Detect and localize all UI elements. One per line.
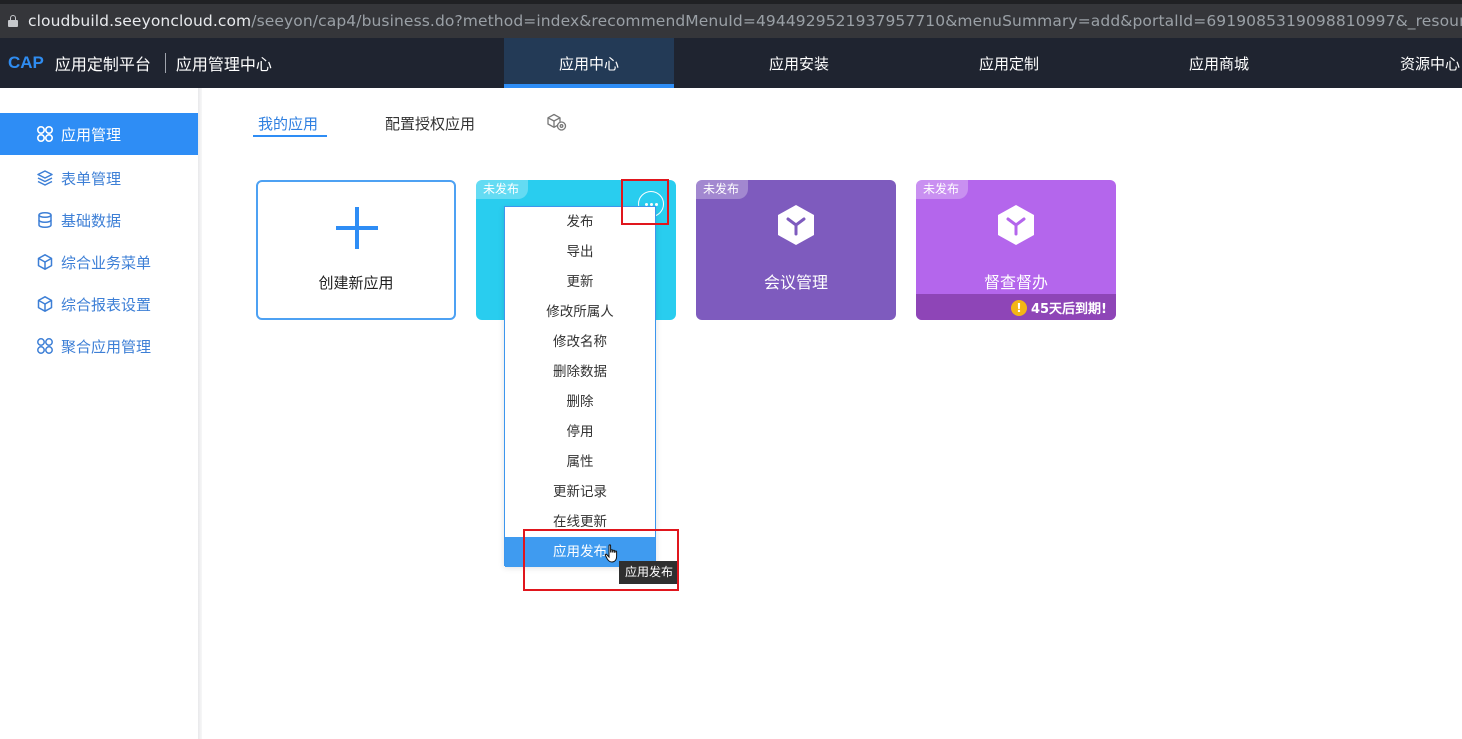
app-cube-icon [998,205,1034,245]
sidebar-item-label: 基础数据 [61,211,122,230]
unpublished-badge: 未发布 [696,180,749,199]
menu-item-rename[interactable]: 修改名称 [505,327,655,357]
sidebar-item-report-settings[interactable]: 综合报表设置 [0,283,198,325]
sidebar-item-label: 聚合应用管理 [61,337,152,356]
unpublished-badge: 未发布 [476,180,529,199]
expiry-text: 45天后到期! [1030,302,1107,317]
brand: CAP 应用定制平台 应用管理中心 [8,38,272,88]
active-tab-underline [253,135,327,137]
brand-divider [164,53,166,73]
management-center-title: 应用管理中心 [175,55,272,74]
expiry-bar: ! 45天后到期! [916,294,1116,320]
layers-icon [37,170,53,186]
highlight-box-app-release [523,529,679,591]
apps-grid-icon [36,125,54,143]
top-navigation: CAP 应用定制平台 应用管理中心 应用中心 应用安装 应用定制 应用商城 资源… [0,38,1462,88]
menu-item-change-owner[interactable]: 修改所属人 [505,297,655,327]
create-app-label: 创建新应用 [318,274,394,292]
nav-tab-app-store[interactable]: 应用商城 [1134,38,1304,88]
cube-icon [37,296,53,312]
warning-icon: ! [1010,299,1027,316]
sidebar-item-label: 综合报表设置 [61,295,152,314]
cube-icon [37,254,53,270]
app-card-supervision[interactable]: 未发布 督查督办 ! 45天后到期! [916,180,1116,320]
nav-tab-resource-center[interactable]: 资源中心 [1344,38,1462,88]
apps-grid-icon [37,338,53,354]
tab-authorized-apps[interactable]: 配置授权应用 [385,113,475,137]
nav-tab-app-center[interactable]: 应用中心 [504,38,674,88]
url-text[interactable]: cloudbuild.seeyoncloud.com/seeyon/cap4/b… [28,11,1462,31]
menu-item-properties[interactable]: 属性 [505,447,655,477]
app-options-menu: 发布 导出 更新 修改所属人 修改名称 删除数据 删除 停用 属性 更新记录 在… [504,206,656,567]
browser-address-bar[interactable]: cloudbuild.seeyoncloud.com/seeyon/cap4/b… [0,0,1462,38]
cap-logo: CAP [8,53,44,72]
sidebar-item-business-menu[interactable]: 综合业务菜单 [0,241,198,283]
sidebar-divider [198,88,202,739]
sidebar-item-form-management[interactable]: 表单管理 [0,157,198,199]
url-path: /seeyon/cap4/business.do?method=index&re… [251,12,1462,30]
app-cube-icon [778,205,814,245]
sidebar-item-aggregate-apps[interactable]: 聚合应用管理 [0,325,198,367]
menu-item-export[interactable]: 导出 [505,237,655,267]
menu-item-delete[interactable]: 删除 [505,387,655,417]
platform-title: 应用定制平台 [54,55,151,74]
tab-my-apps[interactable]: 我的应用 [258,113,318,137]
app-card-meeting-management[interactable]: 未发布 会议管理 [696,180,896,320]
highlight-box-more-button [621,179,669,225]
app-card-title: 会议管理 [763,273,828,292]
lock-icon[interactable] [8,15,18,27]
hand-cursor-icon [604,544,618,563]
browser-tab-strip [0,0,1462,4]
database-icon [38,211,52,229]
sidebar-item-label: 应用管理 [61,125,122,144]
menu-item-delete-data[interactable]: 删除数据 [505,357,655,387]
sidebar-item-app-management[interactable]: 应用管理 [0,113,198,155]
create-app-card[interactable]: 创建新应用 [256,180,456,320]
menu-item-disable[interactable]: 停用 [505,417,655,447]
app-settings-cube-icon[interactable] [545,113,569,133]
sidebar-item-label: 表单管理 [61,169,122,188]
sidebar-item-label: 综合业务菜单 [61,253,152,272]
menu-item-update[interactable]: 更新 [505,267,655,297]
sidebar-item-basic-data[interactable]: 基础数据 [0,199,198,241]
app-card-title: 督查督办 [983,273,1048,292]
nav-tab-app-install[interactable]: 应用安装 [714,38,884,88]
nav-tab-app-customize[interactable]: 应用定制 [924,38,1094,88]
expiry-notice: ! 45天后到期! [1010,298,1107,317]
unpublished-badge: 未发布 [916,180,969,199]
sidebar: 应用管理 表单管理 基础数据 综合业务菜单 综合报表设置 聚合应用管理 [0,88,198,739]
menu-item-update-history[interactable]: 更新记录 [505,477,655,507]
url-host: cloudbuild.seeyoncloud.com [28,12,252,30]
